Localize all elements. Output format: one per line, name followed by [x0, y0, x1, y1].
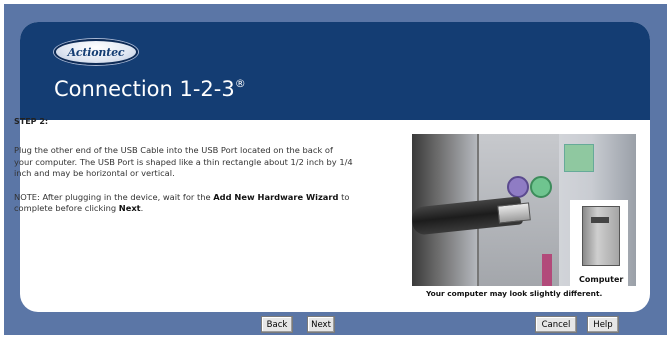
ps2-port-purple-icon	[507, 176, 529, 198]
computer-label: Computer	[579, 275, 624, 284]
computer-tower-icon	[582, 206, 620, 266]
note-end: .	[140, 203, 144, 213]
next-button[interactable]: Next	[307, 316, 335, 333]
logo-text: Actiontec	[67, 45, 125, 59]
port-graphic	[542, 254, 552, 286]
image-caption: Your computer may look slightly differen…	[426, 289, 603, 298]
actiontec-logo: Actiontec	[54, 39, 138, 65]
computer-inset	[570, 200, 628, 286]
indicator-graphic	[564, 144, 594, 172]
cancel-button[interactable]: Cancel	[535, 316, 577, 333]
title-text: Connection 1-2-3	[54, 77, 235, 101]
usb-plug-graphic	[497, 202, 531, 224]
header-banner: Actiontec Connection 1-2-3®	[20, 22, 650, 120]
note-next-word: Next	[118, 203, 141, 213]
note-wizard-name: Add New Hardware Wizard	[213, 191, 339, 202]
back-button[interactable]: Back	[261, 316, 293, 333]
page-title: Connection 1-2-3®	[54, 77, 246, 101]
instructions-text: Plug the other end of the USB Cable into…	[14, 145, 353, 178]
step-label: STEP 2:	[14, 117, 49, 126]
note-text: NOTE: After plugging in the device, wait…	[14, 192, 354, 215]
instructions-block: Plug the other end of the USB Cable into…	[14, 145, 354, 227]
ps2-port-green-icon	[530, 176, 552, 198]
registered-mark: ®	[234, 77, 246, 90]
note-prefix: NOTE: After plugging in the device, wait…	[14, 191, 214, 202]
help-button[interactable]: Help	[587, 316, 619, 333]
